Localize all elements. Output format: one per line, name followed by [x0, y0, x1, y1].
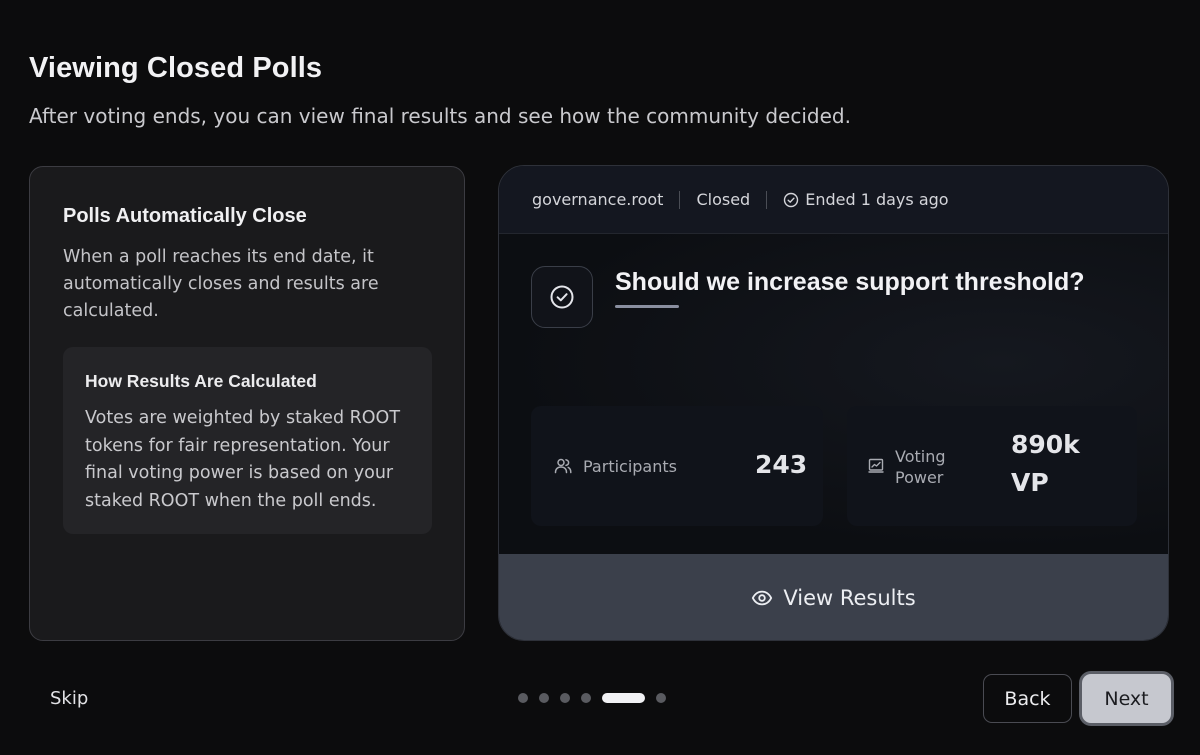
poll-status: Closed: [696, 190, 751, 209]
poll-question: Should we increase support threshold?: [615, 268, 1085, 296]
poll-preview-card: governance.root Closed Ended 1 days ago …: [498, 165, 1169, 641]
view-results-label: View Results: [783, 586, 916, 610]
skip-button[interactable]: Skip: [50, 688, 88, 709]
back-button[interactable]: Back: [983, 674, 1072, 723]
step-dot-5-active[interactable]: [602, 693, 645, 703]
poll-body: Should we increase support threshold? Pa…: [499, 234, 1168, 554]
step-dot-6[interactable]: [656, 693, 666, 703]
calculation-heading: How Results Are Calculated: [85, 371, 317, 391]
view-results-button[interactable]: View Results: [499, 554, 1168, 640]
poll-ended: Ended 1 days ago: [805, 190, 949, 209]
calculation-text: Votes are weighted by staked ROOT tokens…: [85, 408, 401, 511]
next-button[interactable]: Next: [1082, 674, 1171, 723]
info-card: Polls Automatically Close When a poll re…: [29, 166, 465, 641]
page-title: Viewing Closed Polls: [29, 52, 323, 84]
chart-icon: [867, 456, 885, 474]
users-icon: [553, 456, 573, 476]
header-divider: [766, 190, 768, 209]
poll-space: governance.root: [532, 190, 664, 209]
voting-power-stat: Voting Power 890k VP: [847, 406, 1137, 526]
participants-stat: Participants 243: [531, 406, 823, 526]
step-dot-4[interactable]: [581, 693, 591, 703]
step-indicator: [518, 693, 677, 703]
voting-power-label: Voting Power: [895, 447, 946, 487]
voting-power-value: 890k VP: [1011, 430, 1080, 497]
step-dot-2[interactable]: [539, 693, 549, 703]
info-heading: Polls Automatically Close: [63, 205, 307, 227]
check-circle-icon: [783, 192, 799, 208]
poll-header: governance.root Closed Ended 1 days ago: [499, 166, 1168, 234]
question-underline: [615, 305, 679, 308]
participants-value: 243: [755, 450, 808, 479]
calculation-box: How Results Are Calculated Votes are wei…: [63, 347, 432, 534]
header-divider: [679, 190, 681, 209]
step-dot-3[interactable]: [560, 693, 570, 703]
eye-icon: [752, 590, 773, 606]
participants-label: Participants: [583, 457, 677, 476]
poll-check-badge: [531, 266, 593, 328]
onboarding-modal: Viewing Closed Polls After voting ends, …: [0, 0, 1200, 755]
step-dot-1[interactable]: [518, 693, 528, 703]
check-circle-icon: [550, 285, 574, 309]
page-subtitle: After voting ends, you can view final re…: [29, 104, 851, 128]
info-text: When a poll reaches its end date, it aut…: [63, 247, 379, 321]
